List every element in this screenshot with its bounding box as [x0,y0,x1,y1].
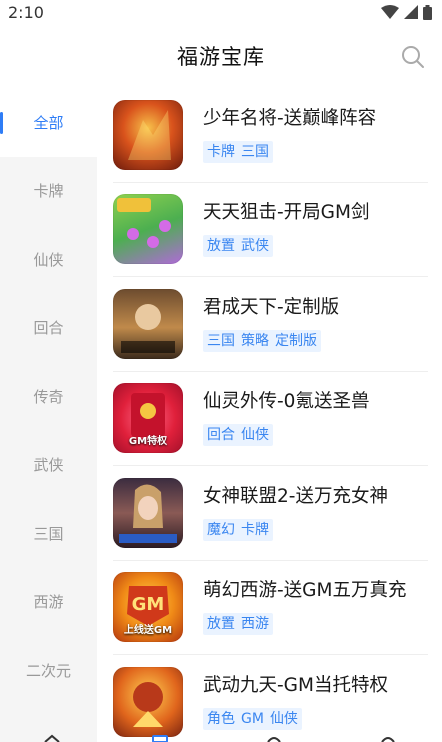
status-bar: 2:10 [0,0,442,24]
game-list-item[interactable]: 武动九天-GM当托特权 角色 GM 仙侠 [113,655,428,742]
sidebar-item-xianxia[interactable]: 仙侠 [0,225,97,294]
game-icon: GM特权 [113,383,183,454]
sidebar-item-three-kingdoms[interactable]: 三国 [0,499,97,568]
game-list-item[interactable]: GM特权 仙灵外传-0氪送圣兽 回合 仙侠 [113,372,428,466]
search-button[interactable] [398,42,428,72]
wifi-icon [381,5,399,19]
game-icon [113,667,183,738]
game-tag: 三国 [207,332,235,349]
game-list-item[interactable]: 女神联盟2-送万充女神 魔幻 卡牌 [113,466,428,561]
library-icon[interactable] [152,734,168,742]
game-tag: 仙侠 [241,427,269,444]
game-tag: 三国 [241,143,269,160]
game-title: 女神联盟2-送万充女神 [203,485,388,507]
home-icon[interactable] [44,734,60,742]
sidebar-item-label: 传奇 [33,387,64,406]
sidebar-item-label: 西游 [33,593,64,612]
sidebar-item-legend[interactable]: 传奇 [0,362,97,431]
game-tags: 卡牌 三国 [203,140,273,163]
game-icon [113,99,183,170]
status-icons [381,4,432,20]
game-title: 萌幻西游-送GM五万真充 [203,580,407,602]
sidebar-item-label: 二次元 [25,661,71,680]
sidebar-item-turn-based[interactable]: 回合 [0,294,97,363]
game-tag: 卡牌 [207,143,235,160]
game-title: 武动九天-GM当托特权 [203,675,388,697]
app-header: 福游宝库 [0,24,442,88]
game-title: 少年名将-送巅峰阵容 [203,107,377,129]
game-tags: 魔幻 卡牌 [203,518,273,541]
sidebar-item-wuxia[interactable]: 武侠 [0,431,97,500]
sidebar-item-label: 武侠 [33,456,64,475]
sidebar-item-journey-west[interactable]: 西游 [0,568,97,637]
game-tag: 卡牌 [241,521,269,538]
game-tags: 放置 西游 [203,613,273,636]
status-time: 2:10 [8,2,44,22]
game-tags: 回合 仙侠 [203,424,273,447]
game-icon-overlay-text: 上线送GM [123,625,173,637]
sidebar-item-all[interactable]: 全部 [0,88,97,157]
page-title: 福游宝库 [177,45,265,69]
game-list-item[interactable]: 少年名将-送巅峰阵容 卡牌 三国 [113,88,428,183]
game-list-item[interactable]: 天天狙击-开局GM剑 放置 武侠 [113,183,428,277]
sidebar-item-label: 回合 [33,319,64,338]
game-tag: 西游 [241,616,269,633]
game-tag: 角色 [207,711,235,728]
game-tag: 回合 [207,427,235,444]
game-tag: 放置 [207,616,235,633]
game-tag: 仙侠 [269,711,298,728]
game-tag: 放置 [207,238,235,255]
sidebar-item-label: 仙侠 [33,250,64,269]
game-title: 天天狙击-开局GM剑 [203,202,370,224]
game-list-item[interactable]: GM 上线送GM 萌幻西游-送GM五万真充 放置 西游 [113,561,428,655]
game-tags: 三国 策略 定制版 [203,329,321,352]
game-tag: 定制版 [275,332,317,349]
game-tag: 策略 [241,332,269,349]
battery-icon [423,4,432,20]
sidebar-item-card[interactable]: 卡牌 [0,157,97,226]
game-icon: GM 上线送GM [113,572,183,643]
game-tag: 魔幻 [207,521,235,538]
sidebar-item-label: 三国 [33,524,64,543]
game-icon [113,477,183,548]
game-tag: 武侠 [241,238,269,255]
game-icon [113,288,183,359]
game-list-item[interactable]: 君成天下-定制版 三国 策略 定制版 [113,277,428,372]
sidebar-item-anime[interactable]: 二次元 [0,636,97,705]
sidebar-item-label: 卡牌 [33,182,64,201]
game-tags: 放置 武侠 [203,235,273,258]
search-icon [402,46,424,68]
game-list: 少年名将-送巅峰阵容 卡牌 三国 天天狙击-开局GM剑 放置 武侠 君成天下-定… [97,88,442,742]
category-sidebar: 全部 卡牌 仙侠 回合 传奇 武侠 三国 西游 二次元 [0,88,97,742]
game-title: 君成天下-定制版 [203,296,340,318]
game-title: 仙灵外传-0氪送圣兽 [203,391,370,413]
game-tags: 角色 GM 仙侠 [203,708,302,731]
sidebar-item-label: 全部 [33,113,64,132]
signal-icon [404,5,418,19]
game-icon-overlay-text: GM特权 [128,436,168,448]
bottom-navigation [0,734,442,742]
message-icon[interactable] [266,734,282,742]
profile-icon[interactable] [380,734,396,742]
game-tag: GM [241,711,264,728]
svg-text:GM: GM [132,594,165,615]
game-icon [113,194,183,265]
